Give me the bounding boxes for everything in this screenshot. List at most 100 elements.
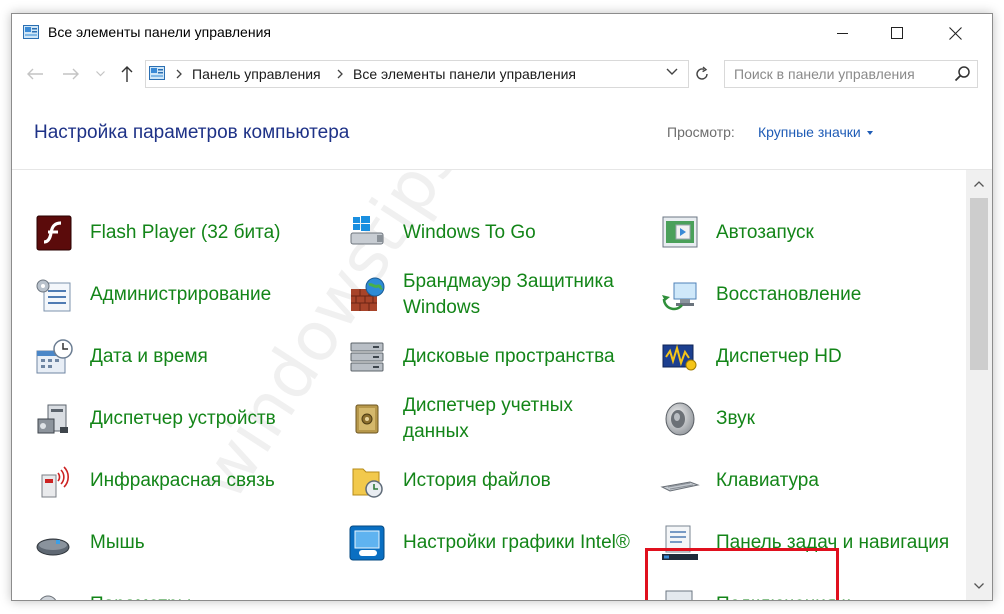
scroll-thumb[interactable] — [970, 198, 988, 370]
hd-audio-manager-icon — [662, 344, 697, 371]
chevron-down-icon — [974, 583, 984, 589]
close-icon — [948, 26, 962, 40]
close-button[interactable] — [930, 14, 980, 52]
keyboard-icon — [660, 481, 700, 492]
breadcrumb-control-panel[interactable]: Панель управления — [192, 66, 321, 82]
item-date-time[interactable]: Дата и время — [34, 328, 334, 386]
item-flash-player[interactable]: Flash Player (32 бита) — [34, 204, 334, 262]
firewall-icon — [351, 277, 385, 311]
search-placeholder: Поиск в панели управления — [734, 66, 915, 82]
infrared-icon — [41, 466, 69, 498]
address-dropdown-icon[interactable] — [666, 67, 678, 77]
forward-button[interactable] — [60, 62, 82, 86]
item-label: История файлов — [403, 470, 551, 491]
title-bar[interactable]: Все элементы панели управления — [12, 14, 992, 52]
recovery-icon — [662, 282, 697, 311]
up-button[interactable] — [116, 62, 138, 86]
sound-highlight-box — [645, 548, 839, 600]
control-panel-window: Все элементы панели управления Панель уп… — [11, 13, 993, 601]
item-label: Настройки графики Intel® — [403, 532, 630, 553]
device-manager-icon — [37, 404, 68, 434]
item-label: Автозапуск — [716, 222, 814, 243]
partial-item-icon — [347, 585, 387, 600]
chevron-up-icon — [974, 181, 984, 187]
control-panel-icon — [23, 25, 39, 39]
file-history-icon — [352, 468, 383, 498]
item-label: Брандмауэр Защитника Windows — [403, 271, 614, 318]
breadcrumb-all-items[interactable]: Все элементы панели управления — [353, 66, 576, 82]
address-row: Панель управления Все элементы панели уп… — [12, 58, 992, 90]
item-administrative-tools[interactable]: Администрирование — [34, 266, 334, 324]
item-credential-manager[interactable]: Диспетчер учетных данных — [347, 390, 647, 448]
item-device-manager[interactable]: Диспетчер устройств — [34, 390, 334, 448]
back-arrow-icon — [27, 68, 43, 80]
maximize-button[interactable] — [872, 14, 922, 52]
item-keyboard[interactable]: Клавиатура — [660, 452, 950, 510]
item-hd-audio-manager[interactable]: Диспетчер HD — [660, 328, 950, 386]
item-label: Мышь — [90, 532, 145, 553]
forward-arrow-icon — [63, 68, 79, 80]
item-options[interactable]: Параметры — [34, 576, 334, 600]
chevron-down-icon — [95, 71, 105, 77]
page-title: Настройка параметров компьютера — [34, 122, 350, 143]
item-intel-graphics[interactable]: Настройки графики Intel® — [347, 514, 647, 572]
item-windows-to-go[interactable]: Windows To Go — [347, 204, 647, 262]
item-autoplay[interactable]: Автозапуск — [660, 204, 950, 262]
view-label: Просмотр: — [667, 124, 735, 140]
control-panel-icon — [149, 66, 165, 80]
up-arrow-icon — [121, 66, 133, 82]
item-recovery[interactable]: Восстановление — [660, 266, 950, 324]
item-label: Инфракрасная связь — [90, 470, 275, 491]
item-label: Диспетчер учетных данных — [403, 395, 573, 442]
chevron-right-icon — [337, 69, 343, 79]
item-partial[interactable] — [347, 576, 647, 600]
search-icon[interactable] — [954, 65, 971, 82]
address-bar[interactable]: Панель управления Все элементы панели уп… — [145, 60, 689, 88]
item-sound[interactable]: Звук — [660, 390, 950, 448]
item-label: Восстановление — [716, 284, 862, 305]
item-label — [403, 576, 638, 600]
storage-spaces-icon — [350, 342, 384, 372]
item-label: Звук — [716, 408, 755, 429]
administrative-tools-icon — [36, 279, 71, 312]
search-input[interactable]: Поиск в панели управления — [724, 60, 978, 88]
back-button[interactable] — [24, 62, 46, 86]
intel-graphics-icon — [349, 525, 385, 561]
item-label: Параметры — [90, 576, 325, 600]
item-storage-spaces[interactable]: Дисковые пространства — [347, 328, 647, 386]
view-mode-value: Крупные значки — [758, 124, 861, 140]
options-icon — [39, 595, 57, 600]
speaker-icon — [665, 402, 695, 436]
windows-to-go-icon — [350, 216, 384, 245]
item-label: Диспетчер HD — [716, 346, 842, 367]
item-label: Flash Player (32 бита) — [90, 222, 281, 243]
item-infrared[interactable]: Инфракрасная связь — [34, 452, 334, 510]
recent-locations-button[interactable] — [92, 62, 108, 86]
item-label: Администрирование — [90, 284, 272, 305]
scroll-up-button[interactable] — [966, 174, 992, 194]
item-label: Дисковые пространства — [403, 346, 615, 367]
item-mouse[interactable]: Мышь — [34, 514, 334, 572]
flash-player-icon — [36, 215, 72, 251]
item-file-history[interactable]: История файлов — [347, 452, 647, 510]
items-grid: windowstips.ru Flash Player (32 бита) Ад… — [12, 170, 965, 600]
chevron-right-icon — [176, 69, 182, 79]
date-time-icon — [36, 339, 73, 374]
item-label: Дата и время — [90, 346, 208, 367]
scroll-down-button[interactable] — [966, 576, 992, 596]
mouse-icon — [36, 538, 70, 556]
autoplay-icon — [662, 216, 698, 248]
item-label: Windows To Go — [403, 222, 536, 243]
vertical-scrollbar[interactable] — [966, 170, 992, 600]
view-mode-dropdown[interactable]: Крупные значки — [758, 124, 873, 140]
refresh-button[interactable] — [690, 60, 714, 88]
maximize-icon — [891, 27, 903, 39]
caret-down-icon — [866, 131, 873, 136]
minimize-icon — [837, 33, 848, 34]
window-title: Все элементы панели управления — [48, 24, 271, 40]
item-firewall[interactable]: Брандмауэр Защитника Windows — [347, 266, 647, 324]
item-label: Диспетчер устройств — [90, 408, 276, 429]
item-label: Клавиатура — [716, 470, 819, 491]
credential-manager-icon — [355, 404, 379, 434]
minimize-button[interactable] — [818, 14, 868, 52]
